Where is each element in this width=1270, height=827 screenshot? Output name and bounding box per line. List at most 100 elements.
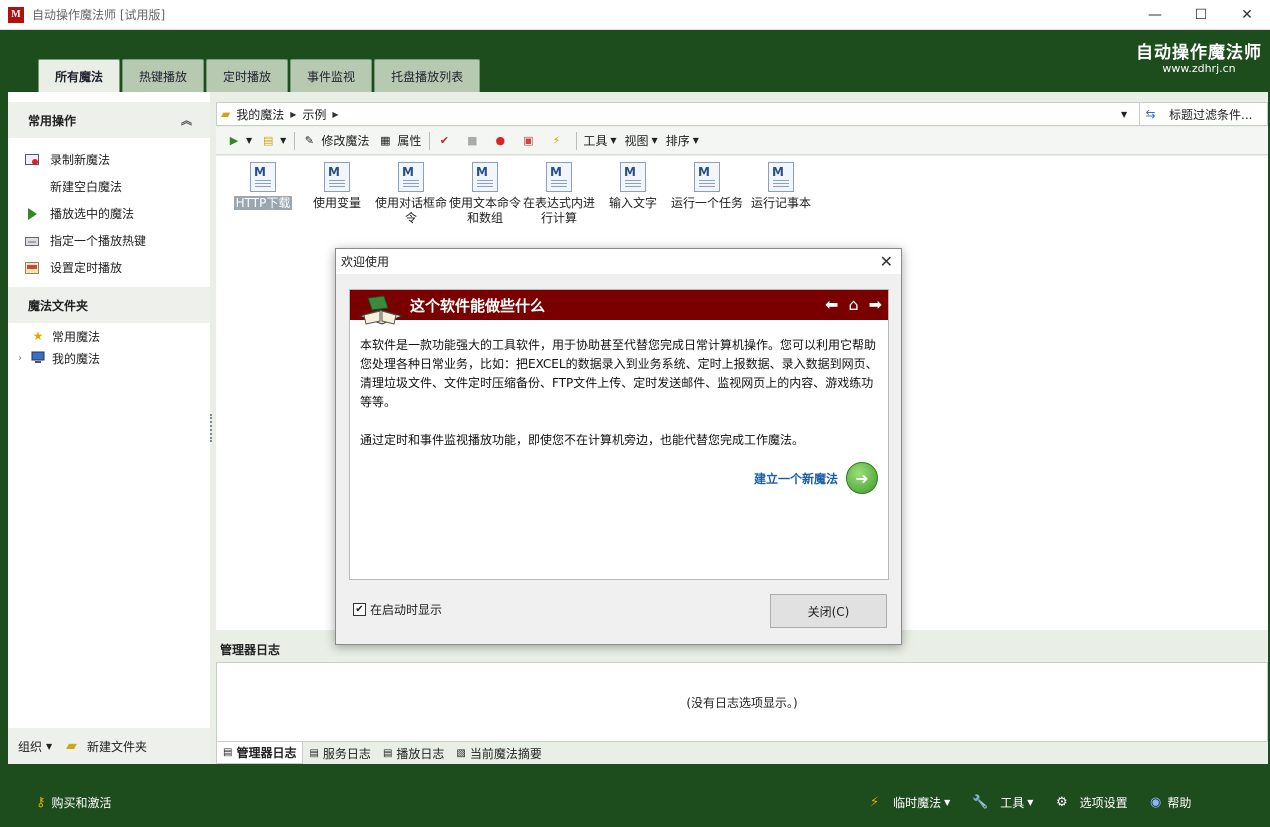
sidebar-footer: 组织 ▼ ▰ 新建文件夹 xyxy=(8,728,210,764)
tab-event-monitor[interactable]: 事件监视 xyxy=(290,59,373,92)
go-arrow-icon[interactable]: ➜ xyxy=(846,462,878,494)
breadcrumb-arrow-icon[interactable]: ▶ xyxy=(290,110,296,119)
op-set-schedule[interactable]: 设置定时播放 xyxy=(8,254,210,281)
back-arrow-icon[interactable]: ⬅ xyxy=(825,295,838,314)
lock-icon: ■ xyxy=(467,134,478,147)
dialog-banner: 这个软件能做些什么 ⬅ ⌂ ➡ xyxy=(350,290,888,325)
dropdown-arrow-icon: ▼ xyxy=(944,798,951,807)
show-on-startup-checkbox[interactable]: ✔ 在启动时显示 xyxy=(353,601,442,618)
tab-all-magic[interactable]: 所有魔法 xyxy=(38,59,121,93)
dialog-close-button[interactable]: 关闭(C) xyxy=(770,594,887,628)
magic-doc-icon xyxy=(324,162,350,192)
schedule-button[interactable]: ▣ xyxy=(520,133,540,149)
forward-arrow-icon[interactable]: ➡ xyxy=(869,295,882,314)
checklist-button[interactable]: ✔ xyxy=(436,133,456,149)
address-dropdown-icon[interactable]: ▼ xyxy=(1121,110,1127,119)
view-menu[interactable]: 视图 ▼ xyxy=(625,132,658,149)
event-button[interactable]: ⚡ xyxy=(548,133,568,149)
splitter-grip[interactable] xyxy=(210,414,214,442)
dialog-body: 本软件是一款功能强大的工具软件，用于协助甚至代替您完成日常计算机操作。您可以利用… xyxy=(350,320,888,450)
tools-status-label: 工具 xyxy=(1000,796,1025,810)
help-icon: ◉ xyxy=(1150,795,1162,810)
common-ops-header[interactable]: 常用操作 ︽ xyxy=(8,102,210,138)
dialog-close-icon[interactable]: ✕ xyxy=(880,252,893,271)
new-button[interactable]: ▤ ▼ xyxy=(260,133,286,149)
temp-magic-menu[interactable]: ⚡ 临时魔法 ▼ xyxy=(870,794,950,811)
breadcrumb-my-magic[interactable]: 我的魔法 xyxy=(236,106,284,123)
folder-my-magic[interactable]: › 我的魔法 xyxy=(8,347,210,369)
checklist-icon: ✔ xyxy=(439,134,449,147)
record-icon: ● xyxy=(495,134,506,147)
play-button[interactable]: ▶ ▼ xyxy=(226,133,252,149)
lock-button[interactable]: ■ xyxy=(464,133,484,149)
file-item[interactable]: 运行一个任务 xyxy=(671,156,743,211)
tab-magic-summary[interactable]: ▧ 当前魔法摘要 xyxy=(450,742,547,764)
expand-icon[interactable]: › xyxy=(18,353,30,364)
file-item[interactable]: 在表达式内进行计算 xyxy=(523,156,595,226)
tab-scheduled-play[interactable]: 定时播放 xyxy=(206,59,289,92)
tab-label: 服务日志 xyxy=(322,746,371,761)
new-folder-button[interactable]: ▰ 新建文件夹 xyxy=(66,738,147,755)
app-header: 自动操作魔法师 www.zdhrj.cn 所有魔法 热键播放 定时播放 事件监视… xyxy=(0,30,1270,93)
op-play-selected[interactable]: 播放选中的魔法 xyxy=(8,200,210,227)
options-button[interactable]: ⚙ 选项设置 xyxy=(1056,794,1128,811)
folders-title: 魔法文件夹 xyxy=(28,298,89,313)
sort-menu[interactable]: 排序 ▼ xyxy=(666,132,699,149)
op-assign-hotkey[interactable]: 指定一个播放热键 xyxy=(8,227,210,254)
collapse-icon[interactable]: ︽ xyxy=(181,112,192,128)
home-icon[interactable]: ⌂ xyxy=(848,295,858,314)
filter-input[interactable]: 标题过滤条件... xyxy=(1169,106,1252,123)
intro-paragraph: 本软件是一款功能强大的工具软件，用于协助甚至代替您完成日常计算机操作。您可以利用… xyxy=(360,338,878,409)
tab-play-log[interactable]: ▤ 播放日志 xyxy=(377,742,450,764)
dropdown-arrow-icon: ▼ xyxy=(651,136,658,145)
organize-button[interactable]: 组织 ▼ xyxy=(18,738,52,755)
star-icon: ★ xyxy=(32,329,44,343)
magic-doc-icon xyxy=(694,162,720,192)
breadcrumb-arrow-icon[interactable]: ▶ xyxy=(332,110,338,119)
help-menu[interactable]: ◉ 帮助 xyxy=(1150,794,1191,811)
refresh-icon[interactable]: ⇆ xyxy=(1139,103,1161,125)
magic-doc-icon xyxy=(768,162,794,192)
tab-hotkey-play[interactable]: 热键播放 xyxy=(122,59,205,92)
new-magic-link[interactable]: 建立一个新魔法 xyxy=(754,470,838,487)
tab-service-log[interactable]: ▤ 服务日志 xyxy=(303,742,376,764)
maximize-button[interactable]: ☐ xyxy=(1178,0,1224,30)
minimize-button[interactable]: — xyxy=(1132,0,1178,30)
breadcrumb-examples[interactable]: 示例 xyxy=(302,106,326,123)
properties-icon: ▦ xyxy=(380,134,391,147)
folder-favorites[interactable]: ★ 常用魔法 xyxy=(8,325,210,347)
file-item[interactable]: 使用文本命令和数组 xyxy=(449,156,521,226)
op-record-new[interactable]: 录制新魔法 xyxy=(8,146,210,173)
folder-label: 我的魔法 xyxy=(52,351,101,366)
properties-button[interactable]: ▦ 属性 xyxy=(377,132,421,149)
welcome-dialog: 欢迎使用 ✕ 这个软件能做些什么 ⬅ ⌂ ➡ 本软件是一款功能强大的工具软件，用… xyxy=(335,248,902,645)
new-folder-label: 新建文件夹 xyxy=(86,739,147,754)
new-doc-icon: ▤ xyxy=(262,134,274,147)
play-icon: ▶ xyxy=(229,134,239,147)
dropdown-arrow-icon[interactable]: ▼ xyxy=(280,136,286,145)
dropdown-arrow-icon[interactable]: ▼ xyxy=(246,136,252,145)
tools-status-menu[interactable]: 🔧 工具 ▼ xyxy=(972,794,1033,811)
file-item[interactable]: 使用变量 xyxy=(301,156,373,211)
dialog-content: 这个软件能做些什么 ⬅ ⌂ ➡ 本软件是一款功能强大的工具软件，用于协助甚至代替… xyxy=(349,289,889,580)
file-item[interactable]: 输入文字 xyxy=(597,156,669,211)
checkbox-checked-icon[interactable]: ✔ xyxy=(353,603,366,616)
show-on-startup-label: 在启动时显示 xyxy=(370,603,443,617)
computer-folder-icon xyxy=(30,351,46,366)
file-item[interactable]: HTTP下载 xyxy=(227,156,299,211)
buy-activate-button[interactable]: ⚷ 购买和激活 xyxy=(36,794,112,811)
file-item[interactable]: 使用对话框命令 xyxy=(375,156,447,226)
help-label: 帮助 xyxy=(1167,796,1192,810)
op-new-blank[interactable]: 新建空白魔法 xyxy=(8,173,210,200)
dialog-title: 欢迎使用 xyxy=(341,255,390,269)
close-window-button[interactable]: ✕ xyxy=(1224,0,1270,30)
dropdown-arrow-icon: ▼ xyxy=(610,136,617,145)
magic-doc-icon xyxy=(250,162,276,192)
file-item[interactable]: 运行记事本 xyxy=(745,156,817,211)
tools-menu[interactable]: 工具 ▼ xyxy=(583,132,616,149)
tab-tray-playlist[interactable]: 托盘播放列表 xyxy=(374,59,481,92)
record-button[interactable]: ● xyxy=(492,133,512,149)
op-label: 指定一个播放热键 xyxy=(50,234,147,248)
tab-manager-log[interactable]: ▤ 管理器日志 xyxy=(216,742,304,764)
edit-magic-button[interactable]: ✎ 修改魔法 xyxy=(301,132,370,149)
